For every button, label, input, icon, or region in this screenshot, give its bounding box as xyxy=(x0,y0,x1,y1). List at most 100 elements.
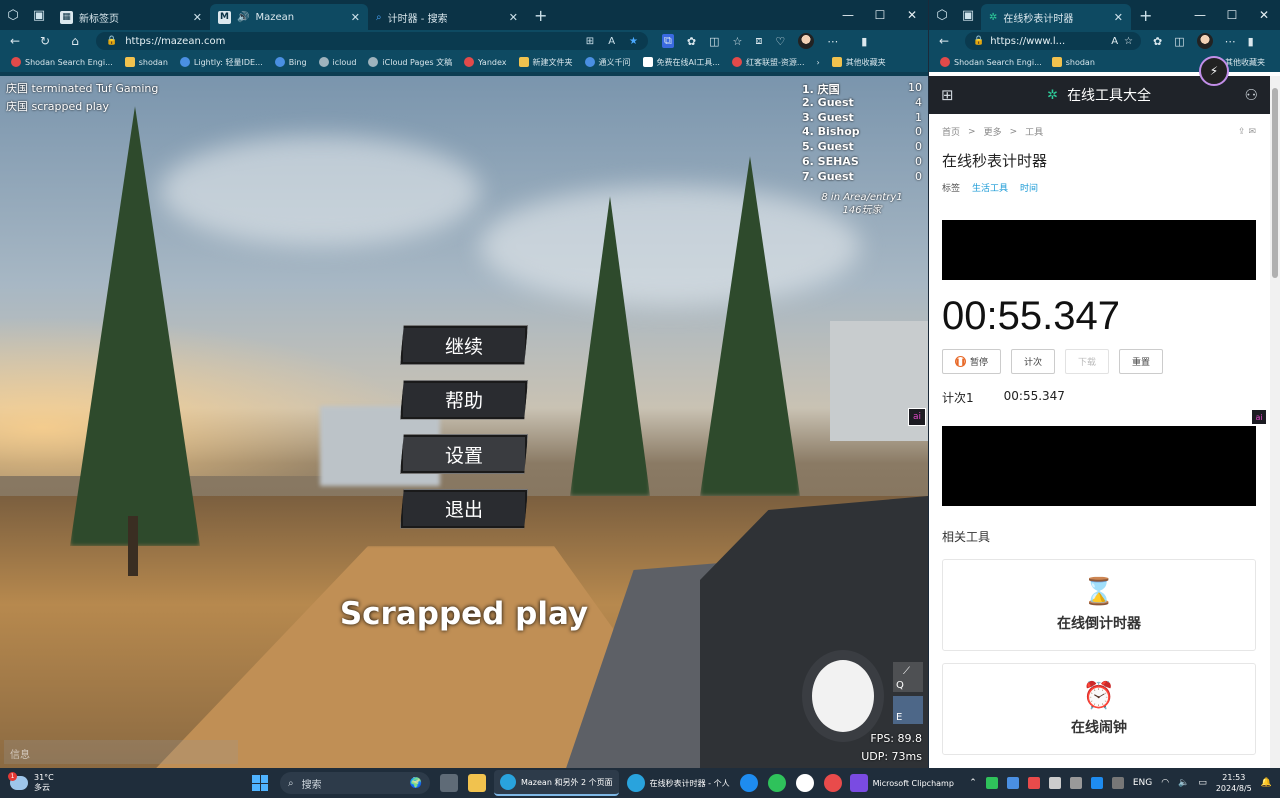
file-explorer-icon[interactable] xyxy=(468,774,486,792)
tab-actions-icon[interactable]: ▣ xyxy=(26,0,52,30)
tab-mazean[interactable]: M 🔊 Mazean ✕ xyxy=(210,4,368,30)
floating-extension-logo[interactable]: ⚡ xyxy=(1199,56,1229,86)
site-title[interactable]: ✲ 在线工具大全 xyxy=(1047,85,1151,105)
tray-app-icon[interactable] xyxy=(1111,777,1124,789)
back-icon[interactable]: ← xyxy=(0,34,30,48)
taskbar-edge-2[interactable]: 在线秒表计时器 - 个人 xyxy=(626,774,730,792)
skype-icon[interactable] xyxy=(739,774,758,792)
more-icon[interactable]: ⋯ xyxy=(827,35,838,48)
user-icon[interactable]: ⚇ xyxy=(1245,86,1258,104)
chat-input[interactable]: 信息 xyxy=(4,740,238,764)
bookmark-item[interactable]: Bing xyxy=(270,57,312,67)
breadcrumb-tools[interactable]: 工具 xyxy=(1025,125,1043,138)
tab-new-tab[interactable]: ▦ 新标签页 ✕ xyxy=(52,4,210,30)
qq-icon[interactable] xyxy=(795,774,814,792)
bookmark-item[interactable]: shodan xyxy=(120,57,173,67)
bookmarks-overflow-icon[interactable]: › xyxy=(811,58,824,67)
sidebar-icon[interactable]: ▮ xyxy=(861,35,867,48)
bookmark-item[interactable]: icloud xyxy=(314,57,362,67)
split-screen-icon[interactable]: ◫ xyxy=(1174,35,1184,48)
extension-icon[interactable]: ⧉ xyxy=(662,34,674,48)
breadcrumb-more[interactable]: 更多 xyxy=(984,125,1002,138)
profile-avatar[interactable] xyxy=(798,33,815,49)
sidebar-icon[interactable]: ▮ xyxy=(1248,35,1254,48)
extensions-icon[interactable]: ✿ xyxy=(687,35,696,48)
bookmark-item[interactable]: 红客联盟-资源... xyxy=(727,57,810,68)
wifi-icon[interactable]: ◠ xyxy=(1161,778,1169,788)
tab-stopwatch[interactable]: ✲ 在线秒表计时器 ✕ xyxy=(981,4,1131,30)
tray-app-icon[interactable] xyxy=(1006,777,1019,789)
bookmark-item[interactable]: 通义千问 xyxy=(580,57,636,68)
input-language[interactable]: ENG xyxy=(1133,778,1152,788)
ad-banner[interactable] xyxy=(942,426,1256,506)
more-icon[interactable]: ⋯ xyxy=(1225,35,1236,48)
bookmark-item[interactable]: 免费在线AI工具... xyxy=(638,57,725,68)
bookmark-item[interactable]: 新建文件夹 xyxy=(514,57,578,68)
favorites-icon[interactable]: ☆ xyxy=(732,35,742,48)
read-aloud-icon[interactable]: A xyxy=(608,36,615,47)
download-button[interactable]: 下载 xyxy=(1065,349,1110,374)
taskbar-clipchamp[interactable]: Microsoft Clipchamp xyxy=(849,774,954,792)
settings-button[interactable]: 设置 xyxy=(400,434,528,474)
related-tool-alarm[interactable]: ⏰ 在线闹钟 xyxy=(942,663,1256,755)
bookmark-item[interactable]: 其他收藏夹 xyxy=(827,57,891,68)
address-bar[interactable]: 🔒 https://www.l... A ☆ xyxy=(965,32,1141,50)
favorite-star-icon[interactable]: ☆ xyxy=(1124,36,1133,47)
battery-icon[interactable]: ▭ xyxy=(1198,778,1207,788)
page-scrollbar[interactable] xyxy=(1270,76,1280,768)
minimize-icon[interactable]: — xyxy=(1184,8,1216,22)
profile-avatar[interactable] xyxy=(1196,33,1213,49)
close-icon[interactable]: ✕ xyxy=(1248,8,1280,22)
reset-button[interactable]: 重置 xyxy=(1119,349,1164,374)
bookmark-item[interactable]: iCloud Pages 文稿 xyxy=(363,57,457,68)
ad-banner[interactable] xyxy=(942,220,1256,280)
tab-actions-icon[interactable]: ▣ xyxy=(955,0,981,30)
collections-icon[interactable]: ⧈ xyxy=(755,34,762,48)
home-icon[interactable]: ⌂ xyxy=(60,34,90,48)
bookmark-item[interactable]: Yandex xyxy=(459,57,511,67)
bookmark-item[interactable]: Lightly: 轻量IDE... xyxy=(175,57,268,68)
maximize-icon[interactable]: ☐ xyxy=(1216,8,1248,22)
tray-app-icon[interactable] xyxy=(1027,777,1040,789)
extension-floating-icon[interactable]: ai xyxy=(908,408,926,426)
pause-button[interactable]: ❚❚ 暂停 xyxy=(942,349,1002,374)
close-tab-icon[interactable]: ✕ xyxy=(193,11,202,24)
share-icon[interactable]: ⇪ ✉ xyxy=(1238,127,1256,137)
tray-overflow-icon[interactable]: ⌃ xyxy=(969,778,977,788)
read-aloud-icon[interactable]: A xyxy=(1111,36,1118,47)
scrollbar-thumb[interactable] xyxy=(1272,88,1278,278)
new-tab-button[interactable]: + xyxy=(526,6,555,25)
lap-button[interactable]: 计次 xyxy=(1011,349,1056,374)
related-tool-countdown[interactable]: ⌛ 在线倒计时器 xyxy=(942,559,1256,651)
breadcrumb-home[interactable]: 首页 xyxy=(942,125,960,138)
start-button[interactable] xyxy=(252,775,268,791)
clock[interactable]: 21:53 2024/8/5 xyxy=(1216,772,1252,794)
tray-app-icon[interactable] xyxy=(1069,777,1082,789)
favorite-star-icon[interactable]: ★ xyxy=(629,36,638,47)
tray-app-icon[interactable] xyxy=(1090,777,1103,789)
close-tab-icon[interactable]: ✕ xyxy=(1114,11,1123,24)
new-tab-button[interactable]: + xyxy=(1131,6,1160,25)
notification-bell-icon[interactable]: 🔔 xyxy=(1261,778,1272,788)
close-icon[interactable]: ✕ xyxy=(896,8,928,22)
task-view-icon[interactable] xyxy=(440,774,458,792)
refresh-icon[interactable]: ↻ xyxy=(30,34,60,48)
tab-search[interactable]: ⌕ 计时器 - 搜索 ✕ xyxy=(368,4,526,30)
bookmark-item[interactable]: Shodan Search Engi... xyxy=(935,57,1047,67)
weapon-slot-q[interactable]: ⟋ Q xyxy=(893,662,923,692)
bookmark-item[interactable]: Shodan Search Engi... xyxy=(6,57,118,67)
continue-button[interactable]: 继续 xyxy=(400,325,528,365)
maximize-icon[interactable]: ☐ xyxy=(864,8,896,22)
bookmark-item[interactable]: shodan xyxy=(1047,57,1100,67)
game-viewport[interactable]: 庆国 terminated Tuf Gaming 庆国 scrapped pla… xyxy=(0,76,928,768)
extensions-icon[interactable]: ✿ xyxy=(1153,35,1162,48)
exit-button[interactable]: 退出 xyxy=(400,488,528,529)
app-available-icon[interactable]: ⊞ xyxy=(586,36,594,47)
tag-link[interactable]: 生活工具 xyxy=(972,181,1008,194)
weapon-slot-e[interactable]: E xyxy=(893,696,923,724)
volume-icon[interactable]: 🔈 xyxy=(1178,778,1189,788)
close-tab-icon[interactable]: ✕ xyxy=(351,11,360,24)
extension-floating-icon[interactable]: ai xyxy=(1251,409,1267,425)
close-tab-icon[interactable]: ✕ xyxy=(509,11,518,24)
tag-link[interactable]: 时间 xyxy=(1020,181,1038,194)
